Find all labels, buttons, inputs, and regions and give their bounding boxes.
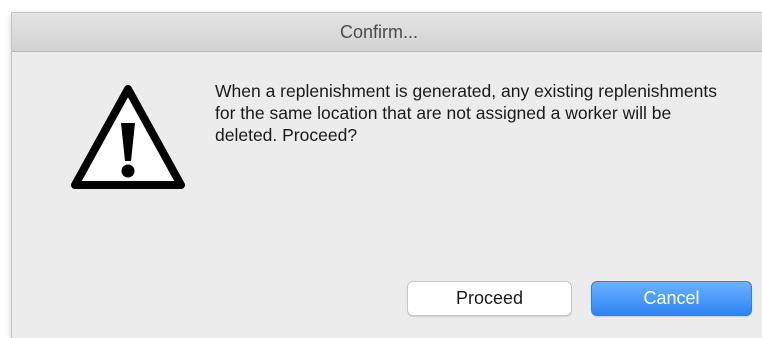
warning-triangle-icon xyxy=(67,81,189,193)
dialog-titlebar[interactable]: Confirm... xyxy=(12,13,762,52)
dialog-message: When a replenishment is generated, any e… xyxy=(215,81,717,145)
confirm-dialog: Confirm... When a replenishment is gener… xyxy=(11,12,762,338)
cancel-button[interactable]: Cancel xyxy=(591,281,752,316)
proceed-button[interactable]: Proceed xyxy=(407,281,572,316)
dialog-title: Confirm... xyxy=(339,21,418,42)
